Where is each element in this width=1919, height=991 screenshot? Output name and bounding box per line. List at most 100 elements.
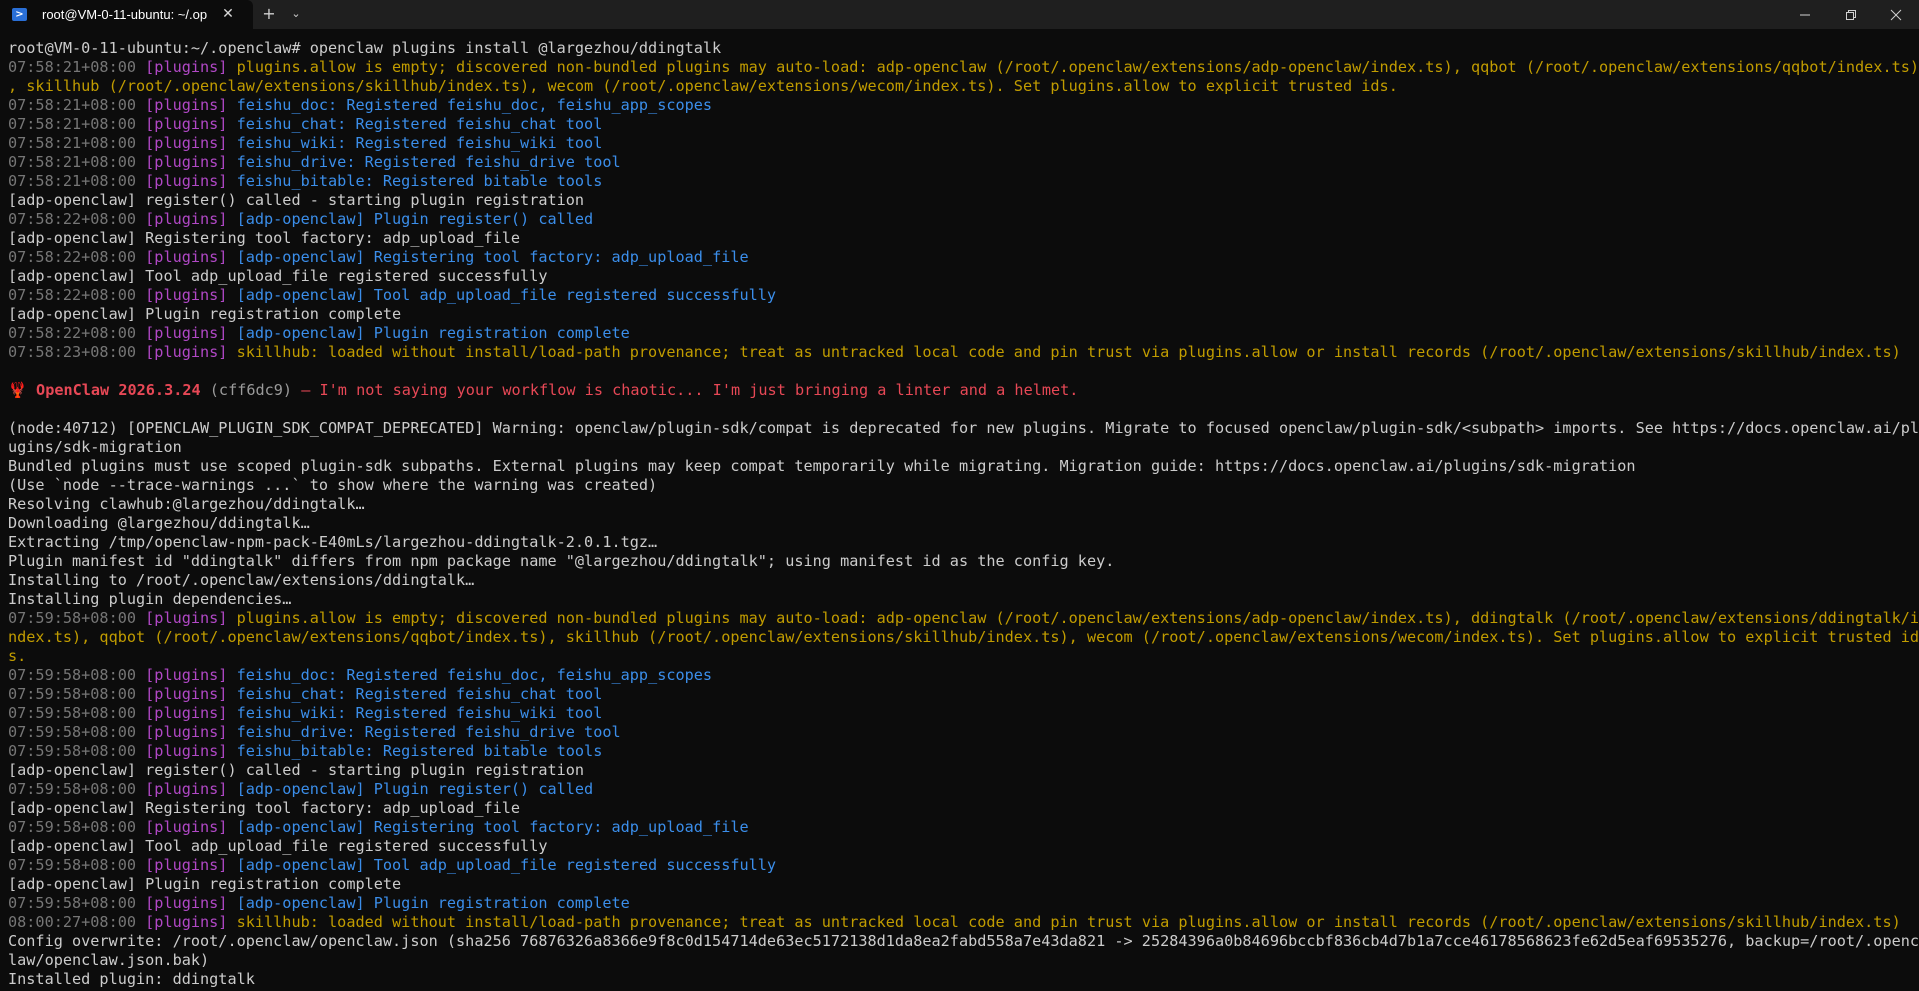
warning-text: skillhub: loaded without install/load-pa… (236, 343, 1901, 361)
output-text: ugins/sdk-migration (8, 438, 182, 456)
plugins-tag: [plugins] (145, 96, 237, 114)
info-text: feishu_doc: Registered feishu_doc, feish… (236, 96, 713, 114)
terminal-line: Resolving clawhub:@largezhou/ddingtalk… (8, 495, 1919, 514)
timestamp: 07:59:58+08:00 (8, 685, 146, 703)
timestamp: 07:58:21+08:00 (8, 96, 146, 114)
timestamp: 07:58:21+08:00 (8, 134, 146, 152)
plugins-tag: [plugins] (145, 58, 237, 76)
terminal-line: 07:58:23+08:00 [plugins] skillhub: loade… (8, 343, 1919, 362)
terminal-line: ndex.ts), qqbot (/root/.openclaw/extensi… (8, 628, 1919, 647)
maximize-button[interactable] (1828, 0, 1874, 29)
output-text: (node:40712) [OPENCLAW_PLUGIN_SDK_COMPAT… (8, 419, 1919, 437)
output-text: Bundled plugins must use scoped plugin-s… (8, 457, 1636, 475)
info-text: [adp-openclaw] Plugin register() called (236, 780, 594, 798)
terminal-line: Installing plugin dependencies… (8, 590, 1919, 609)
terminal-line: 08:00:27+08:00 [plugins] skillhub: loade… (8, 913, 1919, 932)
plus-icon[interactable]: + (256, 2, 282, 26)
info-text: [adp-openclaw] Registering tool factory:… (236, 818, 749, 836)
terminal-line: 07:59:58+08:00 [plugins] [adp-openclaw] … (8, 856, 1919, 875)
terminal-line: 07:59:58+08:00 [plugins] feishu_doc: Reg… (8, 666, 1919, 685)
terminal-output[interactable]: root@VM-0-11-ubuntu:~/.openclaw# opencla… (0, 29, 1919, 991)
timestamp: 07:58:23+08:00 (8, 343, 146, 361)
terminal-line: Config overwrite: /root/.openclaw/opencl… (8, 932, 1919, 951)
terminal-line: 07:59:58+08:00 [plugins] feishu_drive: R… (8, 723, 1919, 742)
plugins-tag: [plugins] (145, 134, 237, 152)
timestamp: 07:59:58+08:00 (8, 856, 146, 874)
powershell-icon: > (12, 8, 27, 21)
terminal-tab[interactable]: > root@VM-0-11-ubuntu: ~/.openclaw ✕ (0, 0, 253, 29)
terminal-line: [adp-openclaw] Registering tool factory:… (8, 799, 1919, 818)
output-text: Config overwrite: /root/.openclaw/opencl… (8, 932, 1919, 950)
terminal-line: s. (8, 647, 1919, 666)
terminal-line: 07:59:58+08:00 [plugins] [adp-openclaw] … (8, 780, 1919, 799)
plugins-tag: [plugins] (145, 742, 237, 760)
warning-text: s. (8, 647, 27, 665)
timestamp: 07:59:58+08:00 (8, 723, 146, 741)
terminal-line: (node:40712) [OPENCLAW_PLUGIN_SDK_COMPAT… (8, 419, 1919, 438)
terminal-line: Downloading @largezhou/ddingtalk… (8, 514, 1919, 533)
info-text: feishu_bitable: Registered bitable tools (236, 742, 603, 760)
plugins-tag: [plugins] (145, 172, 237, 190)
tab-title: root@VM-0-11-ubuntu: ~/.openclaw (42, 7, 207, 22)
timestamp: 08:00:27+08:00 (8, 913, 146, 931)
terminal-line: 07:59:58+08:00 [plugins] feishu_wiki: Re… (8, 704, 1919, 723)
plugins-tag: [plugins] (145, 666, 237, 684)
minimize-button[interactable] (1782, 0, 1828, 29)
timestamp: 07:58:22+08:00 (8, 286, 146, 304)
plugins-tag: [plugins] (145, 115, 237, 133)
plugins-tag: [plugins] (145, 856, 237, 874)
terminal-line: Plugin manifest id "ddingtalk" differs f… (8, 552, 1919, 571)
output-text: (Use `node --trace-warnings ...` to show… (8, 476, 658, 494)
terminal-line: 07:58:21+08:00 [plugins] feishu_doc: Reg… (8, 96, 1919, 115)
output-text: [adp-openclaw] register() called - start… (8, 761, 585, 779)
plugins-tag: [plugins] (145, 248, 237, 266)
output-text: Installing plugin dependencies… (8, 590, 292, 608)
plugins-tag: [plugins] (145, 609, 237, 627)
info-text: feishu_bitable: Registered bitable tools (236, 172, 603, 190)
banner-tagline: — I'm not saying your workflow is chaoti… (292, 381, 1079, 399)
plugins-tag: [plugins] (145, 343, 237, 361)
plugins-tag: [plugins] (145, 324, 237, 342)
info-text: [adp-openclaw] Tool adp_upload_file regi… (236, 286, 777, 304)
plugins-tag: [plugins] (145, 704, 237, 722)
plugins-tag: [plugins] (145, 818, 237, 836)
close-icon (1890, 9, 1902, 21)
title-bar: > root@VM-0-11-ubuntu: ~/.openclaw ✕ + ⌄ (0, 0, 1919, 29)
output-text: law/openclaw.json.bak) (8, 951, 210, 969)
output-text: Downloading @largezhou/ddingtalk… (8, 514, 310, 532)
info-text: [adp-openclaw] Registering tool factory:… (236, 248, 749, 266)
timestamp: 07:59:58+08:00 (8, 666, 146, 684)
warning-text: skillhub: loaded without install/load-pa… (236, 913, 1901, 931)
warning-text: , skillhub (/root/.openclaw/extensions/s… (8, 77, 1398, 95)
info-text: feishu_wiki: Registered feishu_wiki tool (236, 704, 603, 722)
window-close-button[interactable] (1873, 0, 1919, 29)
terminal-line: 07:59:58+08:00 [plugins] [adp-openclaw] … (8, 894, 1919, 913)
terminal-line: Bundled plugins must use scoped plugin-s… (8, 457, 1919, 476)
warning-text: ndex.ts), qqbot (/root/.openclaw/extensi… (8, 628, 1919, 646)
terminal-line: 07:59:58+08:00 [plugins] feishu_chat: Re… (8, 685, 1919, 704)
terminal-line: 07:58:21+08:00 [plugins] feishu_bitable:… (8, 172, 1919, 191)
warning-text: plugins.allow is empty; discovered non-b… (236, 609, 1919, 627)
plugins-tag: [plugins] (145, 153, 237, 171)
output-text: [adp-openclaw] register() called - start… (8, 191, 585, 209)
timestamp: 07:58:22+08:00 (8, 248, 146, 266)
terminal-line: ugins/sdk-migration (8, 438, 1919, 457)
output-text: Resolving clawhub:@largezhou/ddingtalk… (8, 495, 365, 513)
info-text: [adp-openclaw] Plugin register() called (236, 210, 594, 228)
close-icon[interactable]: ✕ (216, 3, 240, 25)
info-text: feishu_chat: Registered feishu_chat tool (236, 115, 603, 133)
chevron-down-icon[interactable]: ⌄ (286, 2, 306, 26)
plugins-tag: [plugins] (145, 913, 237, 931)
info-text: feishu_drive: Registered feishu_drive to… (236, 723, 621, 741)
banner-title: 🦞 OpenClaw 2026.3.24 (8, 381, 201, 399)
output-text: Installing to /root/.openclaw/extensions… (8, 571, 475, 589)
terminal-line: 07:58:21+08:00 [plugins] feishu_chat: Re… (8, 115, 1919, 134)
restore-icon (1846, 10, 1856, 20)
info-text: feishu_chat: Registered feishu_chat tool (236, 685, 603, 703)
terminal-line: 07:58:21+08:00 [plugins] feishu_drive: R… (8, 153, 1919, 172)
timestamp: 07:58:21+08:00 (8, 172, 146, 190)
timestamp: 07:58:22+08:00 (8, 210, 146, 228)
plugins-tag: [plugins] (145, 723, 237, 741)
